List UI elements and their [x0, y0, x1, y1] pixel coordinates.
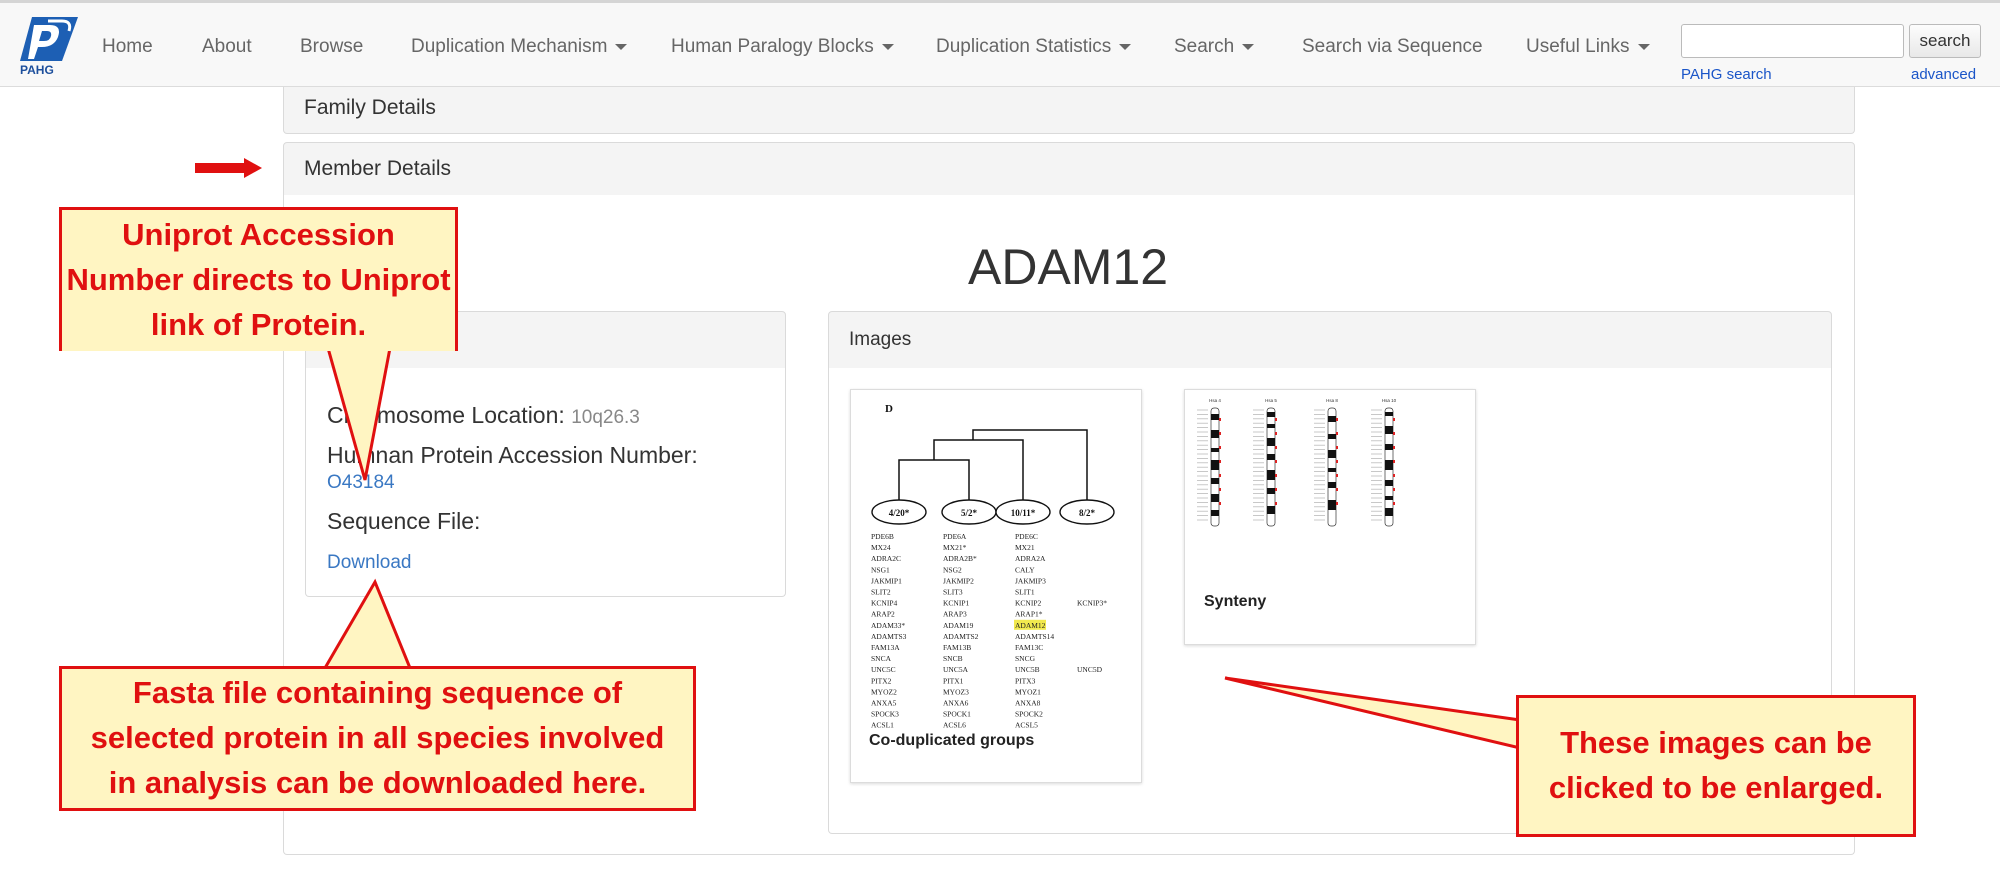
download-callout-text: Fasta file containing sequence of select… [90, 675, 665, 800]
images-callout-text: These images can be clicked to be enlarg… [1548, 725, 1884, 805]
accession-callout-pointer [290, 346, 410, 481]
accession-callout: Uniprot Accession Number directs to Unip… [59, 207, 458, 351]
images-callout-pointer [1224, 676, 1522, 750]
download-callout-pointer [322, 578, 413, 670]
accession-callout-text: Uniprot Accession Number directs to Unip… [66, 217, 451, 342]
images-callout: These images can be clicked to be enlarg… [1516, 695, 1916, 837]
download-callout: Fasta file containing sequence of select… [59, 666, 696, 811]
arrow-right-icon [195, 158, 262, 178]
